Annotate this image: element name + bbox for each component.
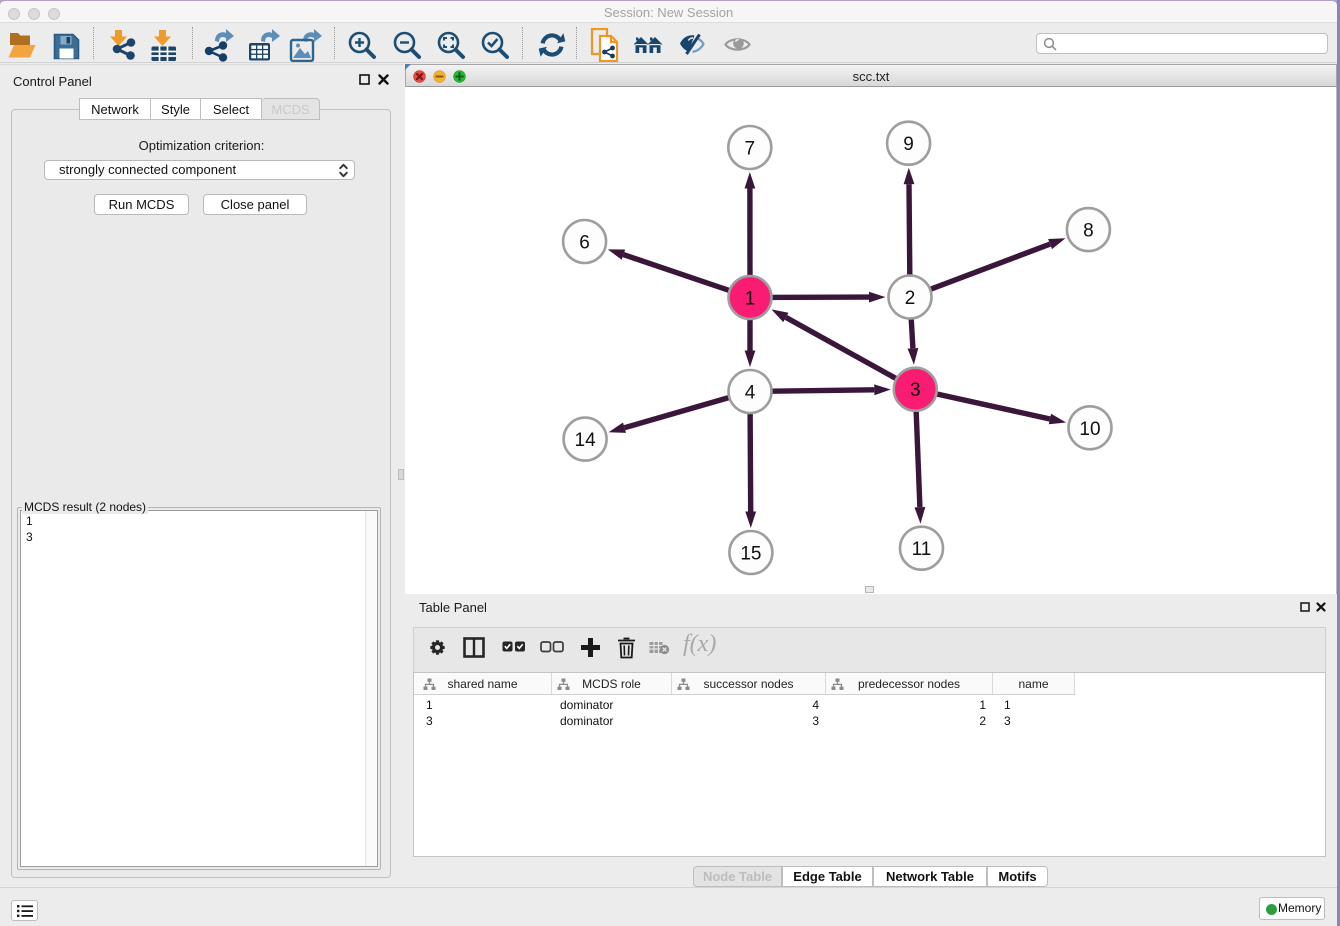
svg-text:3: 3 [910,380,921,401]
svg-text:10: 10 [1079,419,1100,440]
svg-text:14: 14 [575,430,597,451]
svg-text:6: 6 [579,233,590,254]
svg-text:2: 2 [905,288,916,309]
svg-text:15: 15 [740,544,761,565]
svg-text:8: 8 [1083,221,1094,242]
svg-text:7: 7 [745,139,756,160]
svg-text:11: 11 [912,539,932,560]
svg-text:1: 1 [745,289,756,310]
svg-text:9: 9 [903,134,914,155]
svg-text:4: 4 [745,383,756,404]
